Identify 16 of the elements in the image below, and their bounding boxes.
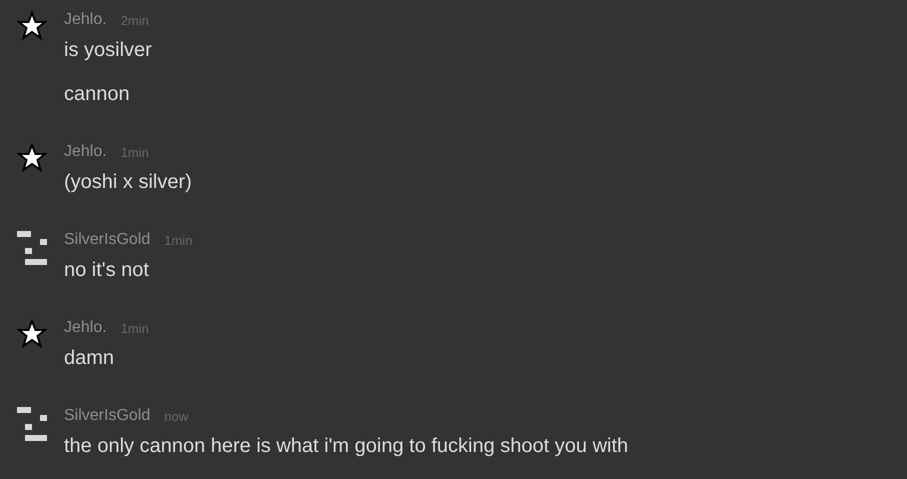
message-text: cannon [64, 82, 131, 107]
message-text: damn [64, 346, 116, 371]
username: Jehlo. [64, 11, 107, 29]
star-icon [17, 11, 47, 41]
star-icon [17, 319, 47, 349]
username: SilverIsGold [64, 231, 150, 249]
message-text: no it's not [64, 258, 150, 283]
avatar-icon [17, 231, 49, 265]
username: Jehlo. [64, 143, 107, 161]
star-icon [17, 143, 47, 173]
avatar-icon [17, 407, 49, 441]
message-text: (yoshi x silver) [64, 170, 192, 195]
username: SilverIsGold [64, 407, 150, 425]
message-text: is yosilver [64, 38, 152, 63]
message-text: the only cannon here is what i'm going to fucking shoot you with [64, 434, 628, 459]
username: Jehlo. [64, 319, 107, 337]
